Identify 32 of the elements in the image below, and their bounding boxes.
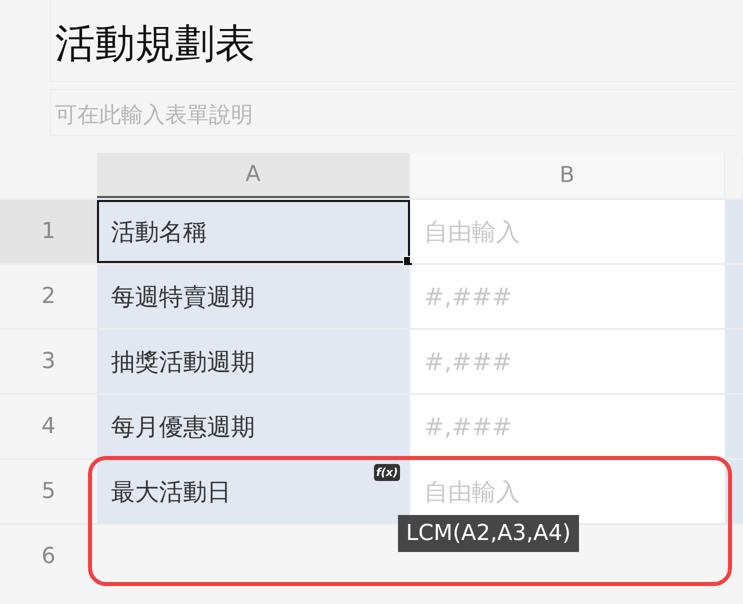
cell-placeholder: #,### — [424, 282, 512, 310]
column-header[interactable]: B — [410, 153, 725, 198]
table-cell[interactable] — [725, 330, 743, 393]
cell-label: 最大活動日 — [111, 476, 231, 508]
row-number[interactable]: 4 — [0, 395, 97, 458]
cell-label: 抽獎活動週期 — [111, 346, 255, 378]
table-cell[interactable] — [725, 200, 743, 263]
row-number[interactable]: 6 — [0, 525, 97, 588]
cell-label: 每月優惠週期 — [111, 412, 255, 442]
row-number[interactable]: 2 — [0, 265, 97, 328]
input-field[interactable]: #,### — [410, 330, 725, 393]
cell-placeholder: #,### — [424, 348, 512, 376]
input-field[interactable]: #,### — [410, 265, 725, 328]
cell-label: 活動名稱 — [111, 216, 207, 248]
form-title[interactable]: 活動規劃表 — [50, 0, 735, 82]
description-field[interactable]: 可在此輸入表單說明 — [50, 89, 735, 136]
formula-badge: f(x) — [374, 464, 400, 481]
table-cell[interactable]: 抽獎活動週期 — [97, 330, 410, 393]
table-cell[interactable]: 最大活動日 f(x) — [97, 460, 410, 523]
row-number[interactable]: 3 — [0, 330, 97, 393]
cell-label: 每週特賣週期 — [111, 282, 255, 312]
table-cell[interactable]: 每月優惠週期 — [97, 395, 410, 458]
column-header[interactable]: A — [97, 153, 410, 198]
table-cell[interactable] — [725, 395, 743, 458]
cell-placeholder: #,### — [424, 412, 512, 440]
row-number[interactable]: 1 — [0, 200, 97, 263]
table-cell[interactable]: 活動名稱 — [97, 200, 410, 263]
table-cell[interactable] — [725, 265, 743, 328]
row-number[interactable]: 5 — [0, 460, 97, 523]
formula-tooltip: LCM(A2,A3,A4) — [398, 515, 579, 552]
table-cell[interactable]: 每週特賣週期 — [97, 265, 410, 328]
input-field[interactable]: #,### — [410, 395, 725, 458]
